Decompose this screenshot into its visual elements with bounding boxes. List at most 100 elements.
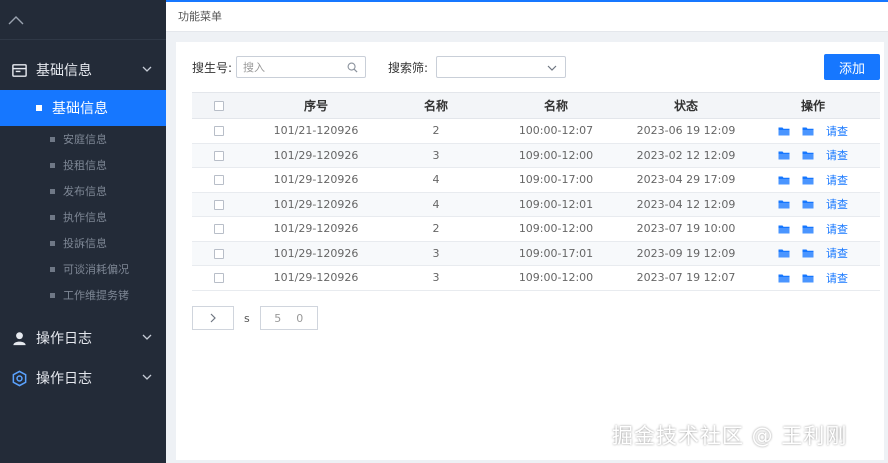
cell-status: 2023-02 12 12:09 bbox=[626, 143, 746, 168]
view-link[interactable]: 请查 bbox=[826, 196, 848, 212]
row-select-cell bbox=[192, 241, 246, 266]
table-header-row: 序号 名称 名称 状态 操作 bbox=[192, 92, 880, 119]
cell-name: 3 bbox=[386, 241, 486, 266]
column-header[interactable]: 序号 bbox=[246, 92, 386, 119]
sidebar-subitem[interactable]: 执作信息 bbox=[0, 204, 166, 230]
cell-status: 2023-06 19 12:09 bbox=[626, 118, 746, 144]
row-checkbox[interactable] bbox=[214, 150, 224, 161]
column-header[interactable]: 状态 bbox=[626, 92, 746, 119]
view-link[interactable]: 请查 bbox=[826, 270, 848, 286]
sidebar-subitem[interactable]: 工作维提务铐 bbox=[0, 282, 166, 308]
cell-time-range: 109:00-12:00 bbox=[486, 143, 626, 168]
content-card: 搜生号: 搜入 搜索筛: 添加 序号 名称 名称 状态 操作 101/21-12… bbox=[176, 42, 884, 460]
cell-serial: 101/29-120926 bbox=[246, 265, 386, 291]
folder-open-icon[interactable] bbox=[802, 126, 814, 136]
table-row[interactable]: 101/21-120926 2 100:00-12:07 2023-06 19 12:… bbox=[192, 118, 880, 144]
cell-actions: 请查 bbox=[746, 265, 880, 291]
sidebar-group-label: 操作日志 bbox=[36, 331, 92, 347]
bullet-icon bbox=[36, 105, 42, 111]
cell-name: 4 bbox=[386, 192, 486, 217]
row-checkbox[interactable] bbox=[214, 175, 224, 186]
sidebar-item-basic-info[interactable]: 基础信息 bbox=[0, 90, 166, 126]
column-header[interactable]: 名称 bbox=[486, 92, 626, 119]
view-link[interactable]: 请查 bbox=[826, 147, 848, 163]
table-row[interactable]: 101/29-120926 3 109:00-12:00 2023-07 19 12:… bbox=[192, 265, 880, 291]
cell-name: 3 bbox=[386, 143, 486, 168]
row-select-cell bbox=[192, 167, 246, 193]
cell-serial: 101/29-120926 bbox=[246, 192, 386, 217]
view-link[interactable]: 请查 bbox=[826, 123, 848, 139]
number-filter-label: 搜生号: bbox=[192, 60, 233, 75]
sidebar-collapse-toggle[interactable] bbox=[0, 0, 166, 40]
select-all-checkbox[interactable] bbox=[214, 101, 224, 111]
folder-open-icon[interactable] bbox=[802, 175, 814, 185]
search-filter-label: 搜索筛: bbox=[388, 60, 429, 75]
top-header: 功能菜单 bbox=[166, 0, 888, 32]
chevron-down-icon bbox=[547, 65, 557, 71]
chevron-up-icon bbox=[8, 15, 24, 24]
cell-actions: 请查 bbox=[746, 241, 880, 266]
row-checkbox[interactable] bbox=[214, 273, 224, 284]
next-page-button[interactable] bbox=[192, 306, 234, 330]
folder-icon[interactable] bbox=[778, 273, 790, 283]
folder-icon[interactable] bbox=[778, 199, 790, 209]
bullet-icon bbox=[50, 136, 55, 142]
cell-serial: 101/29-120926 bbox=[246, 143, 386, 168]
row-checkbox[interactable] bbox=[214, 126, 224, 137]
bullet-icon bbox=[50, 188, 55, 194]
folder-icon[interactable] bbox=[778, 248, 790, 258]
cell-time-range: 109:00-12:00 bbox=[486, 216, 626, 242]
search-input-placeholder: 搜入 bbox=[243, 61, 266, 74]
view-link[interactable]: 请查 bbox=[826, 245, 848, 261]
chevron-down-icon bbox=[142, 334, 152, 340]
row-checkbox[interactable] bbox=[214, 199, 224, 210]
sidebar-subitem[interactable]: 投租信息 bbox=[0, 152, 166, 178]
cell-time-range: 109:00-17:00 bbox=[486, 167, 626, 193]
page-jump-input[interactable]: 5 0 bbox=[259, 306, 318, 330]
folder-open-icon[interactable] bbox=[802, 150, 814, 160]
data-table: 序号 名称 名称 状态 操作 101/21-120926 2 100:00-12:0… bbox=[192, 92, 880, 291]
row-checkbox[interactable] bbox=[214, 248, 224, 259]
table-row[interactable]: 101/29-120926 3 109:00-12:00 2023-02 12 12:… bbox=[192, 143, 880, 168]
row-select-cell bbox=[192, 216, 246, 242]
row-select-cell bbox=[192, 192, 246, 217]
sidebar-subitem[interactable]: 发布信息 bbox=[0, 178, 166, 204]
folder-icon[interactable] bbox=[778, 224, 790, 234]
bullet-icon bbox=[50, 266, 55, 272]
sidebar-group-basic-info[interactable]: 基础信息 bbox=[0, 50, 166, 90]
sidebar-group-operation-log[interactable]: 操作日志 bbox=[0, 318, 166, 358]
row-checkbox[interactable] bbox=[214, 224, 224, 235]
chevron-down-icon bbox=[142, 374, 152, 380]
sidebar: 基础信息 基础信息 安庭信息 投租信息 发布信息 执作信息 投訴信息 可谈消耗偏… bbox=[0, 0, 166, 463]
bullet-icon bbox=[50, 240, 55, 246]
column-header[interactable]: 名称 bbox=[386, 92, 486, 119]
table-row[interactable]: 101/29-120926 4 109:00-17:00 2023-04 29 17:… bbox=[192, 167, 880, 193]
bullet-icon bbox=[50, 162, 55, 168]
folder-icon[interactable] bbox=[778, 175, 790, 185]
folder-icon[interactable] bbox=[778, 126, 790, 136]
table-row[interactable]: 101/29-120926 4 109:00-12:01 2023-04 12 12:… bbox=[192, 192, 880, 217]
folder-open-icon[interactable] bbox=[802, 273, 814, 283]
sidebar-subitem[interactable]: 安庭信息 bbox=[0, 126, 166, 152]
folder-open-icon[interactable] bbox=[802, 199, 814, 209]
view-link[interactable]: 请查 bbox=[826, 172, 848, 188]
page-size-text: s bbox=[244, 311, 250, 325]
cell-name: 2 bbox=[386, 118, 486, 144]
table-row[interactable]: 101/29-120926 2 109:00-12:00 2023-07 19 10:… bbox=[192, 216, 880, 242]
sidebar-subitem[interactable]: 投訴信息 bbox=[0, 230, 166, 256]
view-link[interactable]: 请查 bbox=[826, 221, 848, 237]
folder-open-icon[interactable] bbox=[802, 224, 814, 234]
table-row[interactable]: 101/29-120926 3 109:00-17:01 2023-09 19 12:… bbox=[192, 241, 880, 266]
sidebar-group-operation-log-2[interactable]: 操作日志 bbox=[0, 358, 166, 398]
search-filter-select[interactable] bbox=[436, 56, 567, 78]
cell-serial: 101/29-120926 bbox=[246, 216, 386, 242]
cell-time-range: 109:00-12:01 bbox=[486, 192, 626, 217]
search-icon bbox=[347, 62, 358, 73]
sidebar-subitem[interactable]: 可谈消耗偏况 bbox=[0, 256, 166, 282]
sidebar-group-label: 基础信息 bbox=[36, 63, 92, 79]
cell-time-range: 100:00-12:07 bbox=[486, 118, 626, 144]
number-search-input[interactable]: 搜入 bbox=[236, 56, 367, 78]
folder-icon[interactable] bbox=[778, 150, 790, 160]
folder-open-icon[interactable] bbox=[802, 248, 814, 258]
add-button[interactable]: 添加 bbox=[824, 54, 880, 80]
